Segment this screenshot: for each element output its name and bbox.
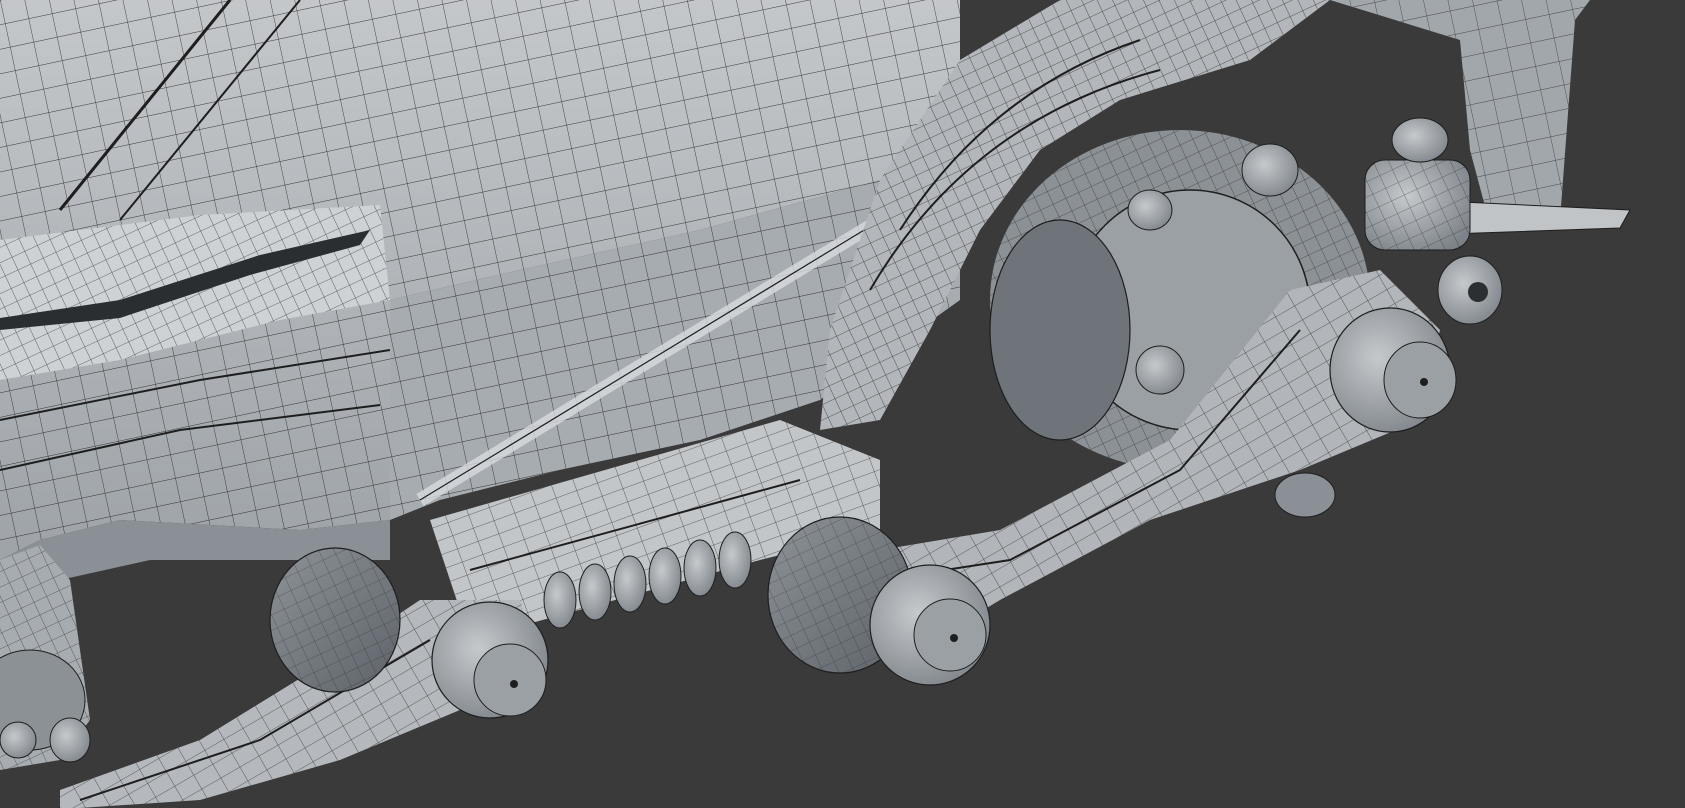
left-wheel-partial	[0, 545, 91, 770]
3d-viewport[interactable]	[0, 0, 1685, 808]
wireframe-render	[0, 0, 1631, 808]
